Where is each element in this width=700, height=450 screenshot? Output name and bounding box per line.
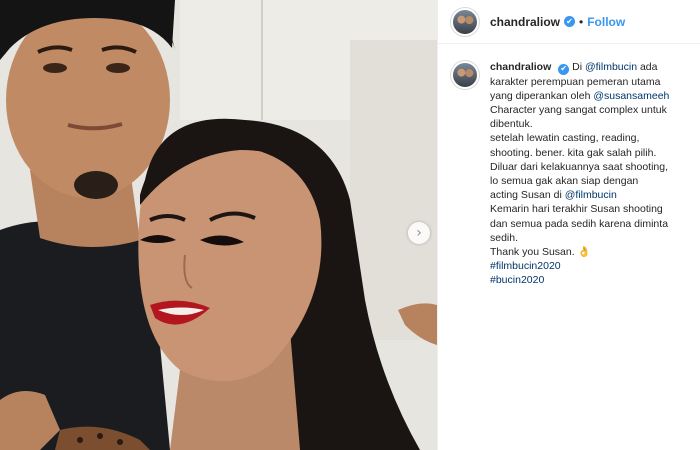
mention-susansameeh[interactable]: @susansameeh bbox=[593, 90, 669, 102]
verified-badge-icon: ✔ bbox=[558, 63, 570, 75]
username-link[interactable]: chandraliow bbox=[490, 15, 560, 29]
mention-filmbucin-2[interactable]: @filmbucin bbox=[565, 189, 617, 201]
caption-username[interactable]: chandraliow bbox=[490, 61, 551, 73]
avatar-image bbox=[453, 9, 477, 34]
caption-avatar[interactable] bbox=[450, 60, 480, 90]
chevron-right-icon: › bbox=[416, 225, 422, 241]
hashtag-bucin2020[interactable]: #bucin2020 bbox=[490, 274, 544, 286]
avatar-image bbox=[453, 63, 477, 87]
verified-badge-icon: ✔ bbox=[564, 16, 576, 27]
caption-text: chandraliow ✔ Di @filmbucin ada karakter… bbox=[490, 61, 670, 287]
mention-filmbucin[interactable]: @filmbucin bbox=[585, 61, 637, 73]
post-header: chandraliow ✔ • Follow bbox=[438, 0, 700, 44]
follow-button[interactable]: Follow bbox=[587, 15, 625, 29]
hashtag-filmbucin2020[interactable]: #filmbucin2020 bbox=[490, 260, 561, 272]
selfie-image bbox=[0, 0, 437, 450]
carousel-next-button[interactable]: › bbox=[408, 222, 430, 244]
separator-dot: • bbox=[579, 14, 584, 29]
post-side-panel: chandraliow ✔ • Follow chandraliow ✔ Di … bbox=[437, 0, 700, 450]
avatar[interactable] bbox=[450, 6, 480, 37]
post-photo[interactable]: › bbox=[0, 0, 437, 450]
caption-section: chandraliow ✔ Di @filmbucin ada karakter… bbox=[438, 44, 700, 288]
